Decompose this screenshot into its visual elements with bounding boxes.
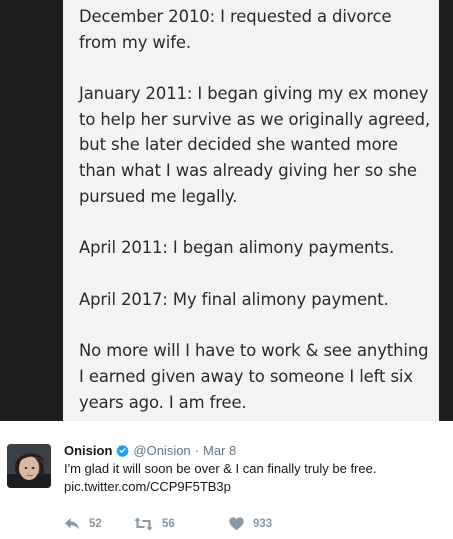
reply-count: 52 bbox=[89, 518, 102, 530]
notes-screenshot: December 2010: I requested a divorce fro… bbox=[63, 0, 439, 421]
like-button[interactable]: 933 bbox=[229, 517, 309, 531]
tweet-media-link[interactable]: pic.twitter.com/CCP9F5TB3p bbox=[64, 478, 444, 496]
note-image-frame: December 2010: I requested a divorce fro… bbox=[0, 0, 453, 421]
tweet: Onision @Onision · Mar 8 I'm glad it wil… bbox=[0, 421, 453, 539]
tweet-header: Onision @Onision · Mar 8 bbox=[64, 441, 236, 459]
reply-icon bbox=[65, 518, 79, 530]
note-paragraph-1: December 2010: I requested a divorce fro… bbox=[79, 7, 392, 52]
author-handle[interactable]: @Onision bbox=[133, 443, 190, 458]
note-paragraph-4: April 2017: My final alimony payment. bbox=[79, 289, 389, 309]
retweet-icon bbox=[134, 517, 153, 531]
avatar[interactable] bbox=[7, 444, 51, 488]
note-paragraph-5: No more will I have to work & see anythi… bbox=[79, 341, 429, 412]
tweet-date[interactable]: Mar 8 bbox=[203, 443, 236, 458]
retweet-button[interactable]: 56 bbox=[134, 517, 229, 531]
author-name[interactable]: Onision bbox=[64, 443, 112, 458]
heart-icon bbox=[229, 517, 244, 531]
screenshot-page: December 2010: I requested a divorce fro… bbox=[0, 0, 453, 539]
tweet-text: I'm glad it will soon be over & I can fi… bbox=[64, 461, 377, 476]
tweet-actions: 52 56 933 bbox=[64, 515, 309, 533]
header-separator: · bbox=[194, 442, 200, 458]
note-paragraph-3: April 2011: I began alimony payments. bbox=[79, 238, 395, 258]
note-paragraph-2: January 2011: I began giving my ex money… bbox=[79, 84, 431, 206]
reply-button[interactable]: 52 bbox=[64, 517, 134, 531]
retweet-count: 56 bbox=[162, 518, 175, 530]
tweet-body: I'm glad it will soon be over & I can fi… bbox=[64, 460, 444, 496]
verified-badge-icon bbox=[116, 444, 130, 457]
avatar-portrait-icon bbox=[7, 444, 51, 488]
like-count: 933 bbox=[253, 518, 273, 530]
